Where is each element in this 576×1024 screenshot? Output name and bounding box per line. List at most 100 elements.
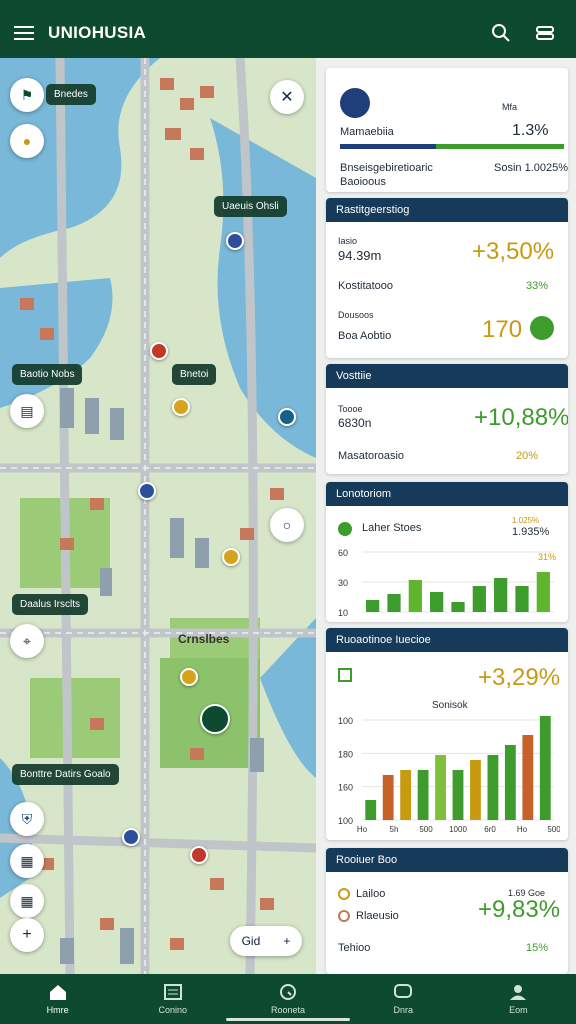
bar[interactable] xyxy=(522,735,534,820)
map-badge-6[interactable]: ⛨ xyxy=(10,802,44,836)
app-title: UNIOHUSIA xyxy=(48,23,147,42)
bar[interactable] xyxy=(494,578,508,612)
map-badge-5[interactable]: ⌖ xyxy=(10,624,44,658)
map-badge-9[interactable]: + xyxy=(10,918,44,952)
chart1-header: Lonotoriom xyxy=(326,482,568,506)
marker-gold-2[interactable] xyxy=(222,548,240,566)
map-badge-7[interactable]: ▦ xyxy=(10,844,44,878)
map-zoom-control[interactable]: Gid + xyxy=(230,926,302,956)
bar[interactable] xyxy=(452,770,464,820)
marker-blue-2[interactable] xyxy=(138,482,156,500)
map-badge-2[interactable]: ● xyxy=(10,124,44,158)
map-label-2[interactable]: Uaeuis Ohsli xyxy=(214,196,287,217)
bar[interactable] xyxy=(487,755,499,820)
marker-green[interactable] xyxy=(200,704,230,734)
chart2-header: Ruoaotinoe Iuecioe xyxy=(326,628,568,652)
chart1-title: Laher Stoes xyxy=(362,522,422,534)
nav-profile[interactable]: Eom xyxy=(461,974,576,1024)
bar[interactable] xyxy=(536,572,550,612)
card-regions[interactable]: Rooiuer Boo Lailoo Rlaeusio 1.69 Goe +9,… xyxy=(326,848,568,974)
map-label-4[interactable]: Bnetoi xyxy=(172,364,217,385)
map-label-5[interactable]: Daalus Irsclts xyxy=(12,594,89,615)
nav-content-label: Conino xyxy=(158,1005,188,1015)
ranking-v2: 33% xyxy=(526,280,549,292)
chart1-top: 1.025% xyxy=(512,516,540,525)
y-tick-label: 160 xyxy=(338,783,353,793)
x-tick-label: 500 xyxy=(547,825,560,834)
bar[interactable] xyxy=(472,586,486,612)
bar[interactable] xyxy=(387,594,401,612)
ranking-l3b: Boa Aobtio xyxy=(338,330,392,342)
status-bar xyxy=(0,0,576,8)
card-ranking[interactable]: Rastitgeerstiog Iasio 94.39m +3,50% Kost… xyxy=(326,198,568,358)
chart1-val: 1.935% xyxy=(512,526,550,538)
map-badge-1[interactable]: ⚑ xyxy=(10,78,44,112)
marker-gold[interactable] xyxy=(172,398,190,416)
card-chart-2[interactable]: Ruoaotinoe Iuecioe +3,29% Sonisok 100 180… xyxy=(326,628,568,840)
bar[interactable] xyxy=(515,586,529,612)
pin-icon: ● xyxy=(22,133,32,149)
home-indicator xyxy=(226,1018,350,1021)
card-volume[interactable]: Vosttiie Toooe 6830n +10,88% Masatoroasi… xyxy=(326,364,568,474)
clock-icon xyxy=(280,984,296,1000)
map-badge-8[interactable]: ▦ xyxy=(10,884,44,918)
zoom-label[interactable]: Gid xyxy=(242,934,261,948)
bar[interactable] xyxy=(539,716,551,820)
pin-icon xyxy=(338,888,350,900)
map-label-6[interactable]: Bonttre Datirs Goalo xyxy=(12,764,119,785)
bar[interactable] xyxy=(365,800,377,820)
card-chart-1[interactable]: Lonotoriom Laher Stoes 1.025% 1.935% 31%… xyxy=(326,482,568,622)
bar[interactable] xyxy=(435,755,446,820)
nav-report[interactable]: Rooneta xyxy=(230,974,345,1024)
plus-icon: + xyxy=(22,926,32,943)
map-badge-4[interactable]: ○ xyxy=(270,508,304,542)
summary-top-small: Mfa xyxy=(502,102,518,112)
y-tick-label: 10 xyxy=(338,608,348,616)
bar[interactable] xyxy=(408,580,422,612)
card-summary[interactable]: Mfa Mamaebiia 1.3% Bnseisgebiretioaric B… xyxy=(326,68,568,192)
dot-icon xyxy=(338,910,350,922)
bar[interactable] xyxy=(504,745,516,820)
menu-button[interactable] xyxy=(0,8,48,58)
bar[interactable] xyxy=(430,592,444,612)
y-tick-label: 60 xyxy=(338,548,348,558)
map-label-3[interactable]: Baotio Nobs xyxy=(12,364,83,385)
regions-l3: Tehioo xyxy=(338,942,371,954)
city-map[interactable]: ⚑ Bnedes ● ✕ Uaeuis Ohsli Baotio Nobs Bn… xyxy=(0,58,316,974)
x-tick-label: 5h xyxy=(390,825,399,834)
bar[interactable] xyxy=(366,600,380,612)
map-expand-button[interactable]: ✕ xyxy=(270,80,304,114)
regions-big: +9,83% xyxy=(478,896,561,923)
nav-data[interactable]: Dnra xyxy=(346,974,461,1024)
marker-blue[interactable] xyxy=(226,232,244,250)
search-button[interactable] xyxy=(484,16,518,50)
marker-blue-3[interactable] xyxy=(122,828,140,846)
home-icon xyxy=(49,985,66,1000)
marker-red-2[interactable] xyxy=(190,846,208,864)
marker-teal[interactable] xyxy=(278,408,296,426)
bar[interactable] xyxy=(382,775,394,820)
chart2-sub: Sonisok xyxy=(432,700,468,711)
chat-icon xyxy=(394,984,413,998)
ranking-header: Rastitgeerstiog xyxy=(326,198,568,222)
pin-icon: ⌖ xyxy=(23,632,31,649)
regions-v3: 15% xyxy=(526,942,549,954)
bar[interactable] xyxy=(400,770,412,820)
nav-home[interactable]: Hmre xyxy=(0,974,115,1024)
ranking-l1a: Iasio xyxy=(338,236,358,246)
bar[interactable] xyxy=(451,602,465,612)
stack-button[interactable] xyxy=(528,16,562,50)
summary-sub1: Bnseisgebiretioaric xyxy=(340,162,433,174)
zoom-in-button[interactable]: + xyxy=(283,934,290,948)
top-app-bar: UNIOHUSIA xyxy=(0,8,576,58)
summary-right: Sosin 1.0025% xyxy=(494,162,568,174)
map-badge-3[interactable]: ▤ xyxy=(10,394,44,428)
marker-red[interactable] xyxy=(150,342,168,360)
marker-gold-3[interactable] xyxy=(180,668,198,686)
regions-l1: Lailoo xyxy=(356,888,386,900)
ranking-v3: 170 xyxy=(482,316,523,343)
map-label-1[interactable]: Bnedes xyxy=(46,84,96,105)
bar[interactable] xyxy=(417,770,429,820)
bar[interactable] xyxy=(470,760,481,820)
nav-content[interactable]: Conino xyxy=(115,974,230,1024)
